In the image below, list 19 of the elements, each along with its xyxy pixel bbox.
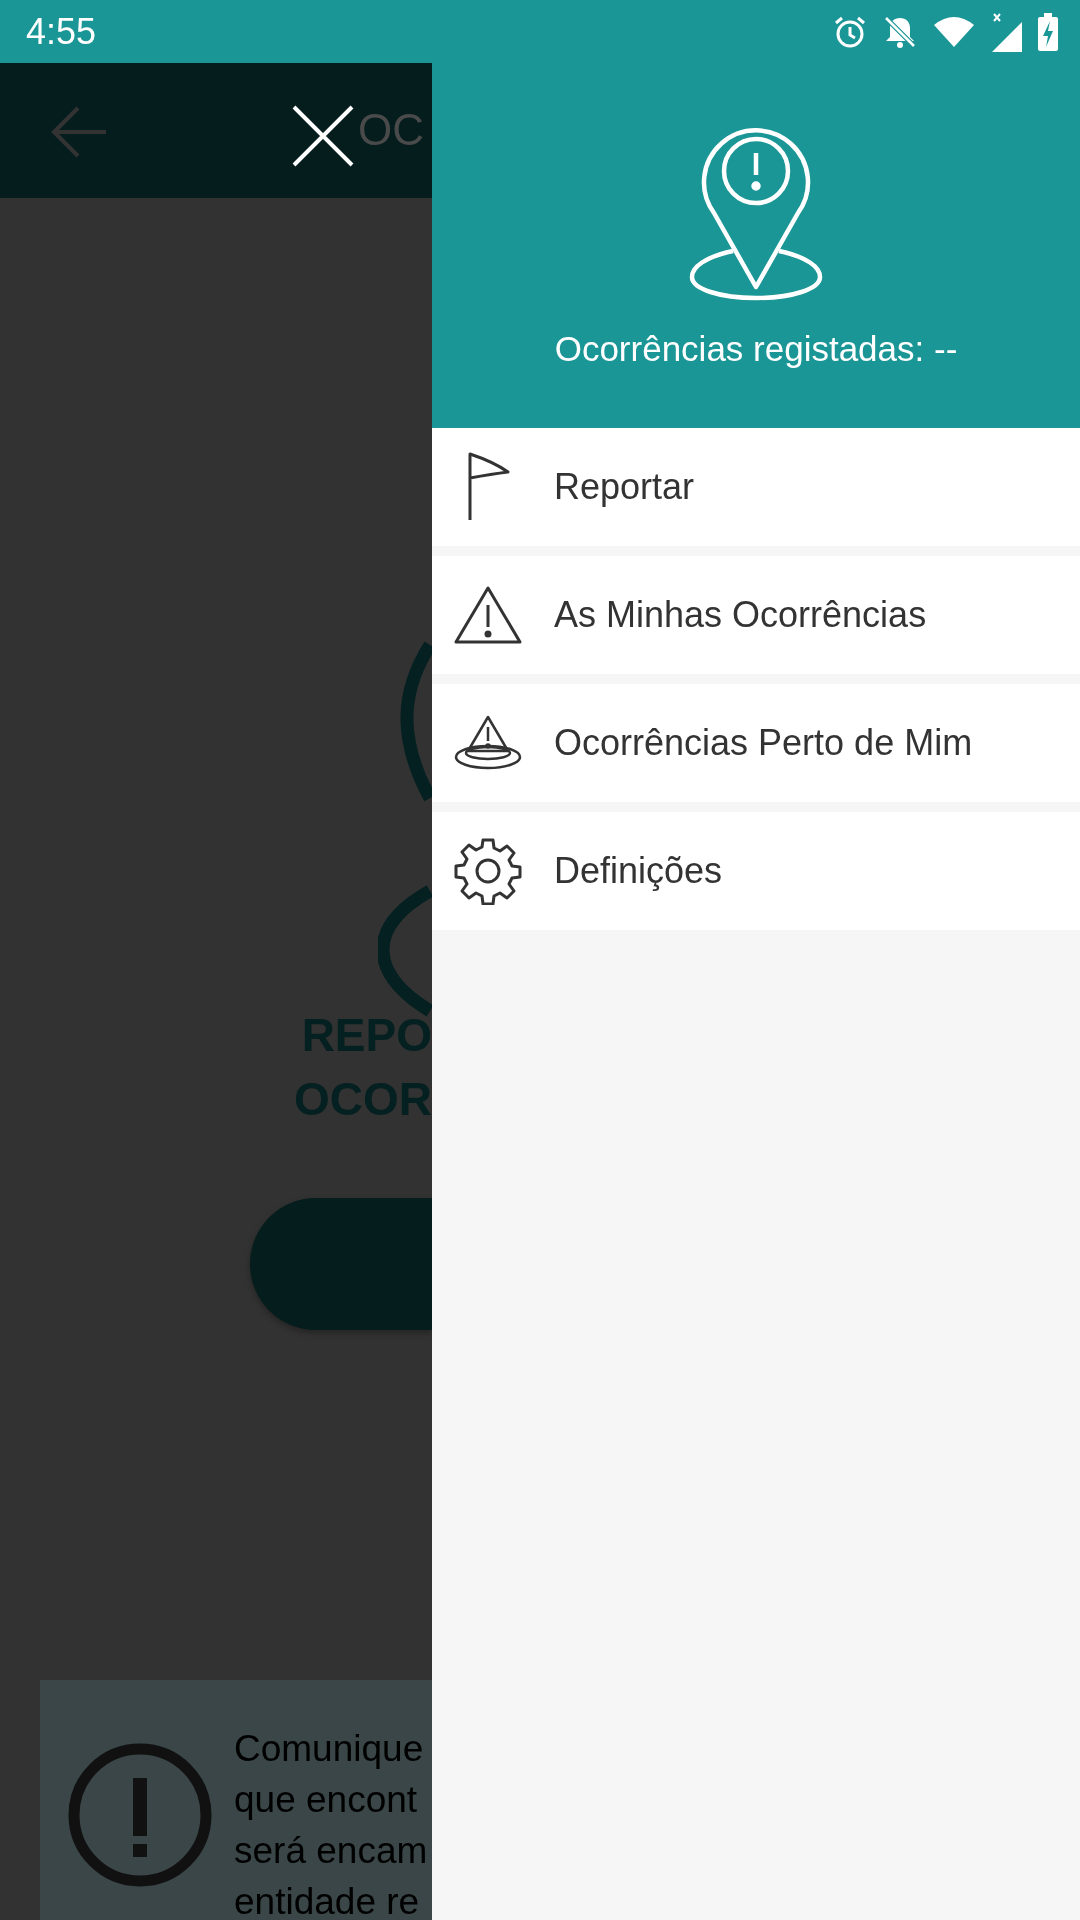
- menu-item[interactable]: Ocorrências Perto de Mim: [432, 684, 1080, 802]
- menu-item[interactable]: As Minhas Ocorrências: [432, 556, 1080, 674]
- menu-item[interactable]: Reportar: [432, 428, 1080, 546]
- flag-icon: [466, 452, 510, 522]
- occurrence-count: Ocorrências registadas: --: [554, 329, 958, 369]
- wifi-icon: [932, 14, 976, 49]
- warning-icon: [454, 585, 522, 645]
- notice-text: Comunique que encont será encam entidade re: [234, 1727, 428, 1920]
- menu-item[interactable]: Definições: [432, 812, 1080, 930]
- back-arrow-icon[interactable]: [50, 105, 108, 159]
- report-button[interactable]: [250, 1198, 432, 1330]
- settings-icon: [454, 837, 522, 905]
- warning-ripple-icon: [454, 715, 522, 771]
- close-icon[interactable]: [292, 105, 354, 167]
- exclamation-icon: [67, 1742, 213, 1888]
- battery-charging-icon: [1038, 12, 1058, 51]
- status-time: 4:55: [26, 10, 98, 53]
- screen-title: OC: [358, 105, 424, 155]
- signal-icon: [990, 11, 1024, 52]
